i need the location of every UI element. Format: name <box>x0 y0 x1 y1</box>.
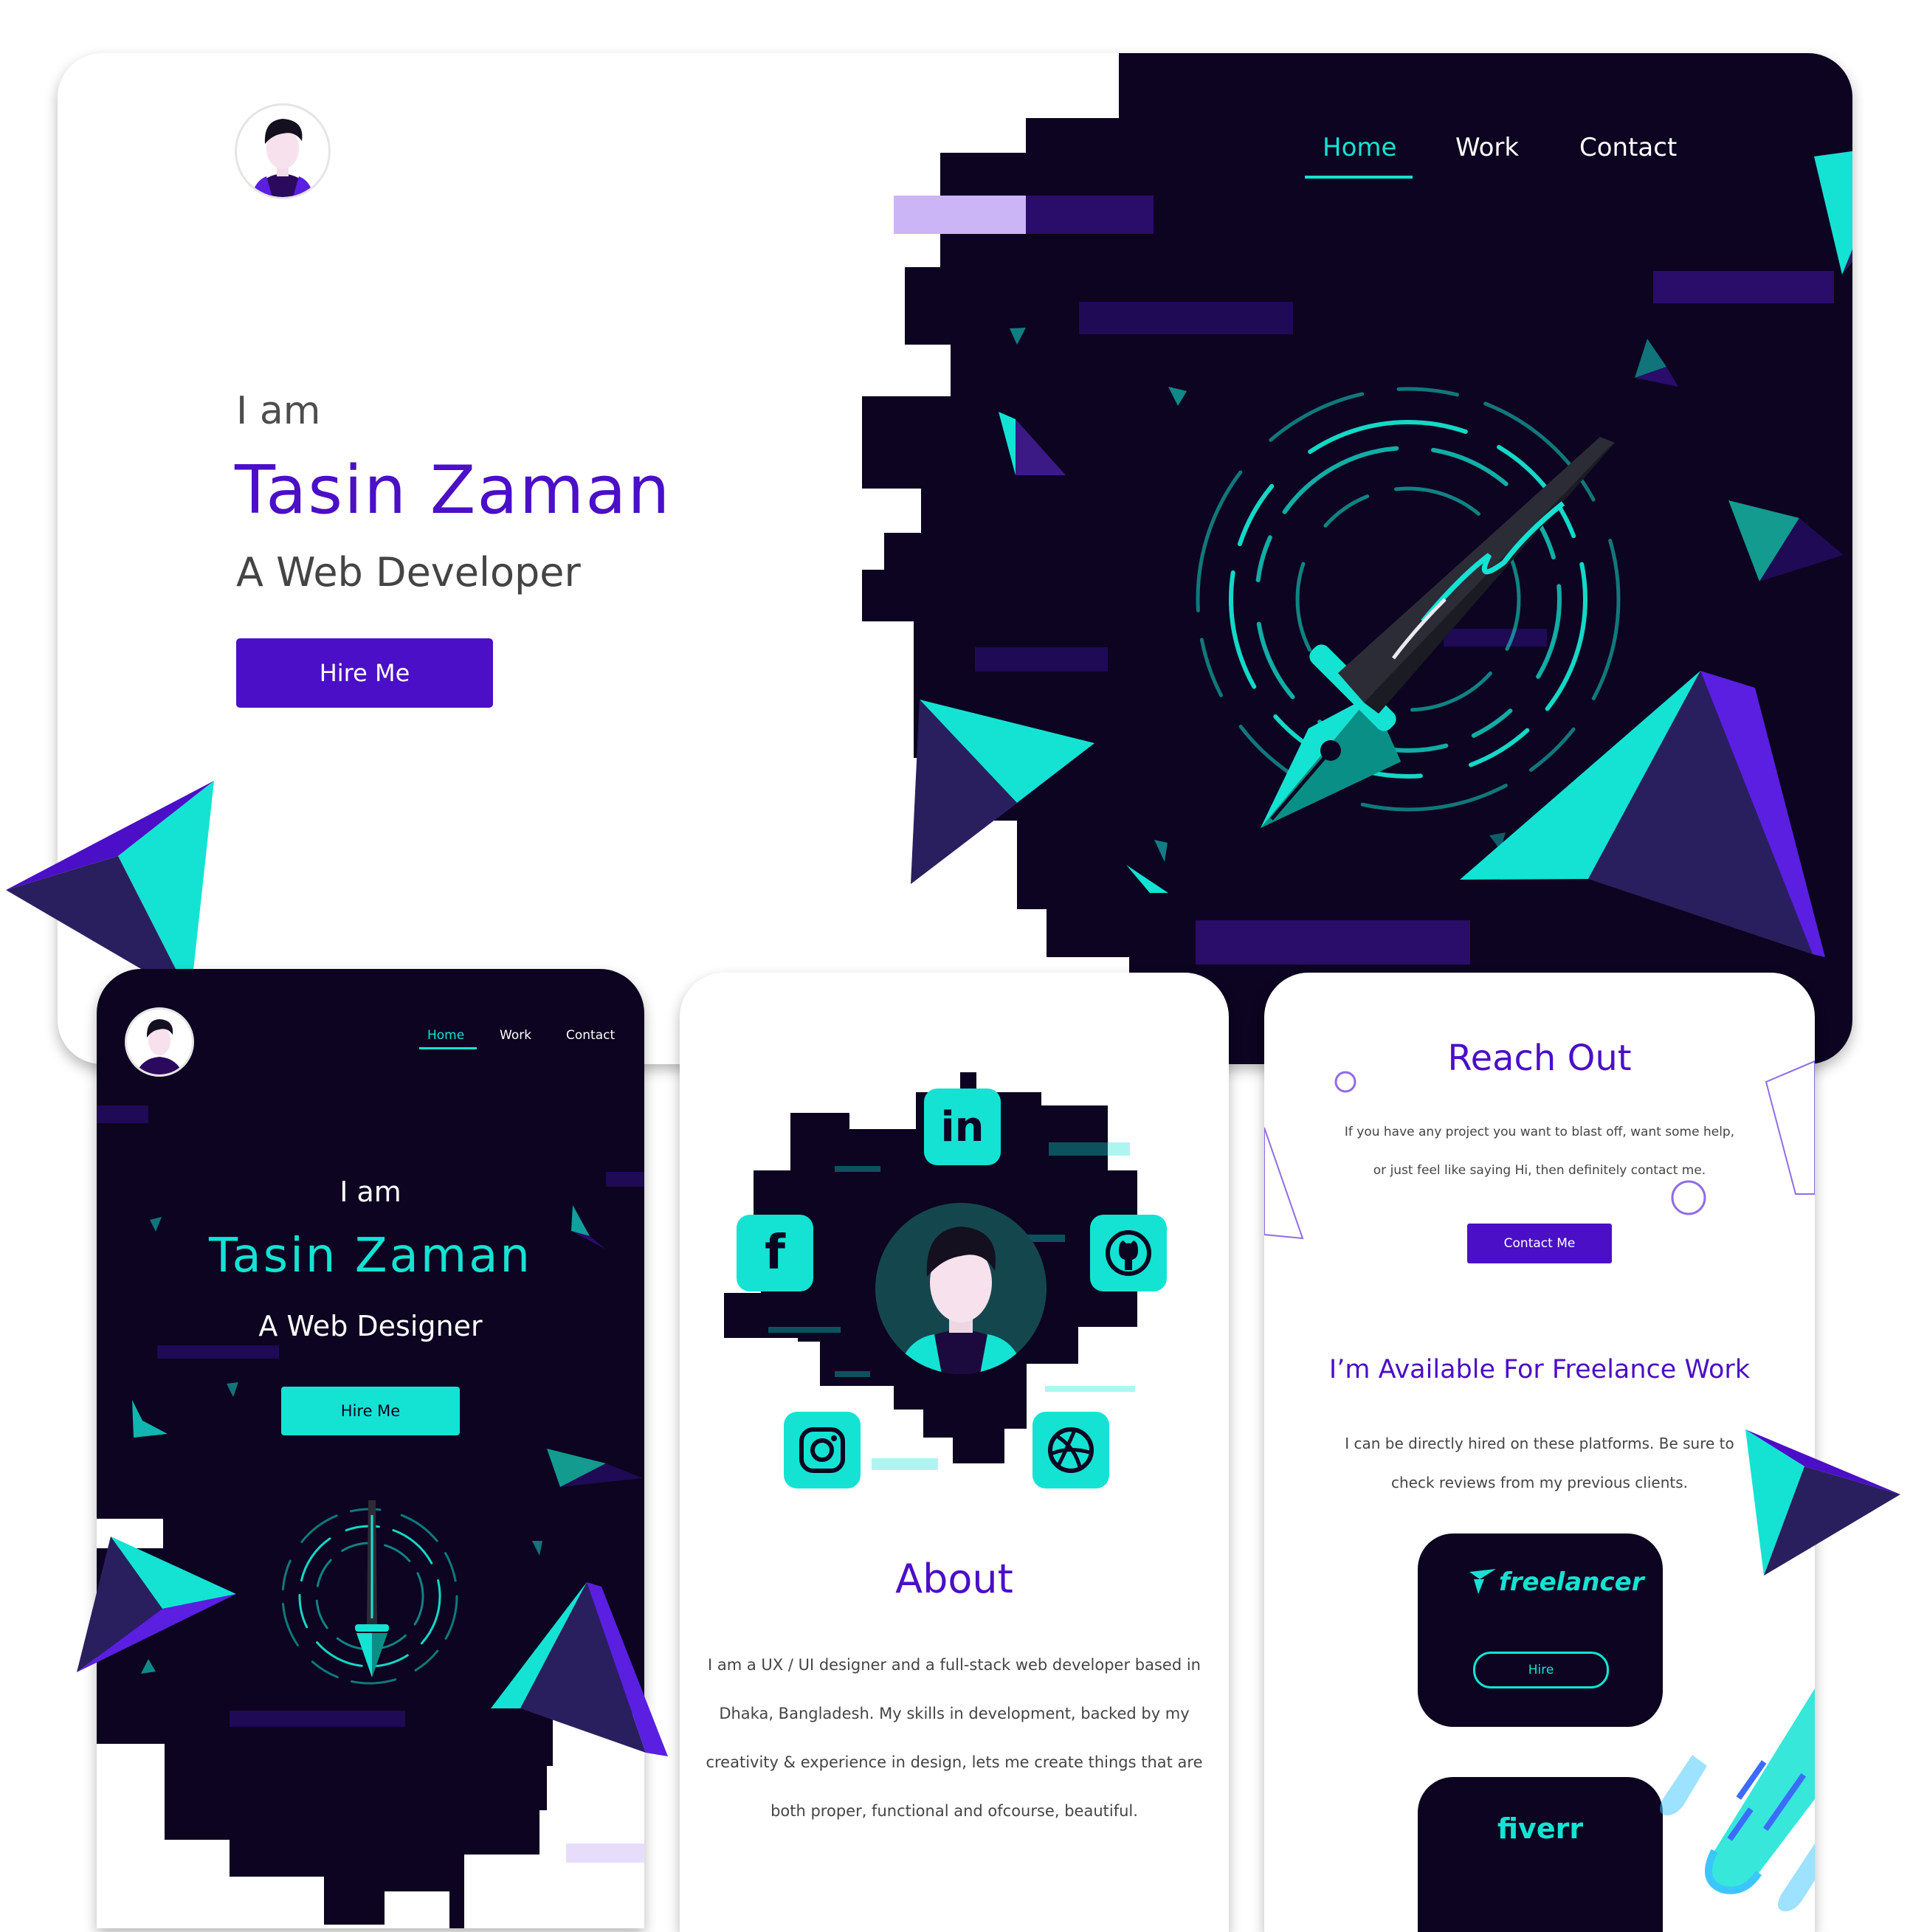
freelancer-hire-button[interactable]: Hire <box>1473 1652 1609 1688</box>
linkedin-glyph: in <box>940 1103 985 1151</box>
fiverr-card[interactable]: fiverr <box>1418 1777 1663 1932</box>
shard-left <box>6 781 214 998</box>
mobile-shard-left <box>77 1536 236 1672</box>
mobile-contact-page: Reach Out If you have any project you wa… <box>1264 973 1815 1932</box>
mobile-about-page: in f About I am a UX / UI designer and a… <box>680 973 1229 1932</box>
about-line-1: I am a UX / UI designer and a full-stack… <box>708 1656 1201 1674</box>
github-icon[interactable] <box>1090 1215 1167 1291</box>
about-avatar <box>875 1203 1047 1374</box>
reach-out-line-1: If you have any project you want to blas… <box>1344 1125 1735 1139</box>
about-line-4: both proper, functional and ofcourse, be… <box>770 1802 1138 1820</box>
comet-decoration <box>1660 1688 1815 1911</box>
reach-out-line-2: or just feel like saying Hi, then defini… <box>1373 1163 1706 1178</box>
large-shards <box>911 671 1825 957</box>
reach-out-intro: If you have any project you want to blas… <box>1264 1113 1815 1190</box>
freelance-title: I’m Available For Freelance Work <box>1328 1355 1751 1384</box>
instagram-icon[interactable] <box>784 1412 861 1488</box>
fiverr-logo: fiverr <box>1497 1812 1584 1845</box>
about-title: About <box>895 1556 1013 1602</box>
about-body: I am a UX / UI designer and a full-stack… <box>680 1641 1229 1835</box>
freelancer-bird-icon <box>1469 1569 1496 1594</box>
freelancer-card[interactable]: freelancer Hire <box>1418 1533 1663 1727</box>
reach-out-title: Reach Out <box>1447 1038 1632 1079</box>
about-line-3: creativity & experience in design, lets … <box>706 1753 1203 1771</box>
shard-right <box>1745 1429 1900 1576</box>
desktop-home-page: Home Work Contact I am Tasin Zaman A Web… <box>58 53 1852 1064</box>
mobile-home-page: Home Work Contact I am Tasin Zaman A Web… <box>97 969 644 1928</box>
contact-me-button[interactable]: Contact Me <box>1467 1224 1612 1263</box>
facebook-icon[interactable]: f <box>737 1215 813 1291</box>
freelancer-hire-label: Hire <box>1528 1663 1554 1677</box>
freelancer-name: freelancer <box>1499 1567 1644 1597</box>
mobile-shard-right <box>491 1582 668 1756</box>
linkedin-icon[interactable]: in <box>924 1089 1001 1165</box>
dribbble-icon[interactable] <box>1032 1412 1109 1488</box>
mobile-shards <box>132 1205 643 1674</box>
freelancer-logo: freelancer <box>1469 1567 1644 1597</box>
contact-me-label: Contact Me <box>1503 1236 1576 1251</box>
freelance-intro: I can be directly hired on these platfor… <box>1264 1424 1815 1503</box>
about-line-2: Dhaka, Bangladesh. My skills in developm… <box>719 1705 1190 1722</box>
freelance-line-2: check reviews from my previous clients. <box>1391 1474 1688 1491</box>
freelance-line-1: I can be directly hired on these platfor… <box>1345 1435 1734 1452</box>
facebook-glyph: f <box>765 1226 785 1280</box>
